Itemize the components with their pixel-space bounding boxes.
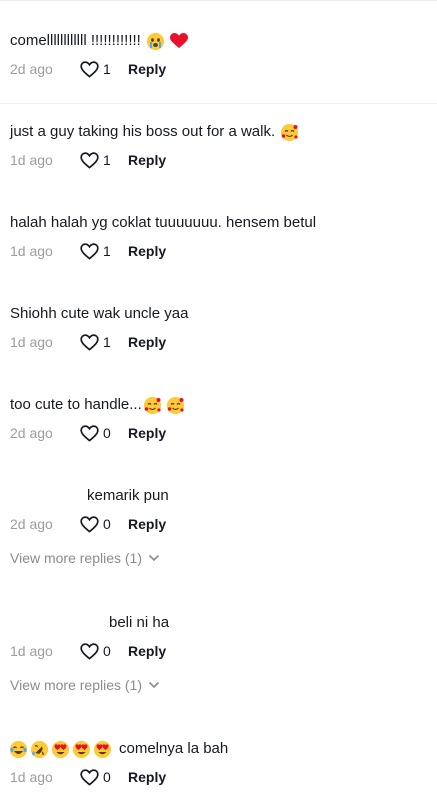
view-more-replies-label: View more replies (1) — [10, 550, 143, 566]
comment-body: kemarik pun — [10, 487, 427, 505]
heart-icon — [80, 151, 99, 169]
reply-button[interactable]: Reply — [128, 242, 166, 260]
comment-meta: 1d ago 1 Reply — [10, 333, 427, 351]
reply-button[interactable]: Reply — [128, 424, 166, 442]
heart-eyes-emoji — [73, 740, 90, 758]
comment-body: beli ni ha — [10, 614, 427, 632]
comment-meta: 2d ago 1 Reply — [10, 60, 427, 78]
heart-icon — [80, 60, 99, 78]
comment-body: too cute to handle... — [10, 396, 427, 414]
chevron-down-icon — [148, 554, 160, 562]
heart-icon — [80, 242, 99, 260]
comment-body: just a guy taking his boss out for a wal… — [10, 123, 427, 141]
reply-button[interactable]: Reply — [128, 768, 166, 786]
view-more-replies-button[interactable]: View more replies (1) — [10, 550, 160, 566]
comment-meta: 1d ago 1 Reply — [10, 151, 427, 169]
heart-eyes-emoji — [94, 740, 111, 758]
like-button[interactable]: 1 — [80, 333, 128, 351]
like-count: 0 — [103, 643, 111, 659]
comment-body: halah halah yg coklat tuuuuuuu. hensem b… — [10, 214, 427, 232]
like-button[interactable]: 1 — [80, 151, 128, 169]
comment-item: too cute to handle... 2d ago 0 Reply — [10, 396, 427, 442]
view-more-replies-label: View more replies (1) — [10, 677, 143, 693]
heart-icon — [80, 768, 99, 786]
comment-body: comellllllllllll !!!!!!!!!!!! — [10, 32, 427, 50]
like-count: 1 — [103, 243, 111, 259]
view-more-replies-button[interactable]: View more replies (1) — [10, 677, 160, 693]
like-count: 1 — [103, 152, 111, 168]
comment-item: halah halah yg coklat tuuuuuuu. hensem b… — [10, 214, 427, 260]
comment-time: 1d ago — [10, 243, 53, 259]
comment-time: 1d ago — [10, 152, 53, 168]
comment-time: 1d ago — [10, 334, 53, 350]
comment-item: comellllllllllll !!!!!!!!!!!! 2d ago 1 R… — [10, 32, 427, 78]
like-button[interactable]: 1 — [80, 242, 128, 260]
reply-button[interactable]: Reply — [128, 642, 166, 660]
divider — [0, 103, 437, 104]
like-button[interactable]: 1 — [80, 60, 128, 78]
like-button[interactable]: 0 — [80, 424, 128, 442]
comment-text: kemarik pun — [87, 487, 169, 504]
like-count: 1 — [103, 61, 111, 77]
comment-meta: 1d ago 0 Reply — [10, 642, 427, 660]
comment-text: comelnya la bah — [119, 740, 229, 757]
heart-icon — [80, 642, 99, 660]
comment-text: just a guy taking his boss out for a wal… — [10, 123, 276, 140]
like-button[interactable]: 0 — [80, 768, 128, 786]
comment-time: 1d ago — [10, 769, 53, 785]
comment-meta: 2d ago 0 Reply — [10, 424, 427, 442]
heart-icon — [80, 515, 99, 533]
heart-icon — [80, 333, 99, 351]
like-button[interactable]: 0 — [80, 515, 128, 533]
like-count: 0 — [103, 425, 111, 441]
heart-eyes-emoji — [52, 740, 69, 758]
comment-time: 2d ago — [10, 516, 53, 532]
comment-text: halah halah yg coklat tuuuuuuu. hensem b… — [10, 214, 317, 231]
comment-text: too cute to handle... — [10, 396, 142, 413]
comment-text: comellllllllllll !!!!!!!!!!!! — [10, 32, 141, 49]
comment-item: Shiohh cute wak uncle yaa 1d ago 1 Reply — [10, 305, 427, 351]
crying-face-emoji — [146, 32, 164, 50]
comment-meta: 1d ago 1 Reply — [10, 242, 427, 260]
comment-body: comelnya la bah — [10, 740, 427, 758]
chevron-down-icon — [148, 681, 160, 689]
heart-icon — [80, 424, 99, 442]
red-heart-emoji — [169, 33, 188, 49]
top-divider — [0, 0, 437, 1]
comment-text: Shiohh cute wak uncle yaa — [10, 305, 189, 322]
comment-meta: 2d ago 0 Reply — [10, 515, 427, 533]
comment-time: 2d ago — [10, 61, 53, 77]
comment-time: 1d ago — [10, 643, 53, 659]
reply-button[interactable]: Reply — [128, 515, 166, 533]
smiling-face-with-hearts-emoji — [143, 396, 161, 414]
comment-body: Shiohh cute wak uncle yaa — [10, 305, 427, 323]
rolling-on-floor-laughing-emoji — [31, 740, 48, 758]
like-button[interactable]: 0 — [80, 642, 128, 660]
face-with-tears-of-joy-emoji — [10, 740, 27, 758]
reply-button[interactable]: Reply — [128, 333, 166, 351]
comment-text: beli ni ha — [109, 614, 170, 631]
comment-item: kemarik pun 2d ago 0 Reply — [10, 487, 427, 533]
like-count: 0 — [103, 769, 111, 785]
comment-item: comelnya la bah 1d ago 0 Reply — [10, 740, 427, 786]
reply-button[interactable]: Reply — [128, 151, 166, 169]
smiling-face-with-hearts-emoji — [166, 396, 184, 414]
comment-item: just a guy taking his boss out for a wal… — [10, 123, 427, 169]
comment-time: 2d ago — [10, 425, 53, 441]
like-count: 0 — [103, 516, 111, 532]
like-count: 1 — [103, 334, 111, 350]
comment-item: beli ni ha 1d ago 0 Reply — [10, 614, 427, 660]
comment-meta: 1d ago 0 Reply — [10, 768, 427, 786]
smiling-face-with-hearts-emoji — [281, 123, 299, 141]
reply-button[interactable]: Reply — [128, 60, 166, 78]
